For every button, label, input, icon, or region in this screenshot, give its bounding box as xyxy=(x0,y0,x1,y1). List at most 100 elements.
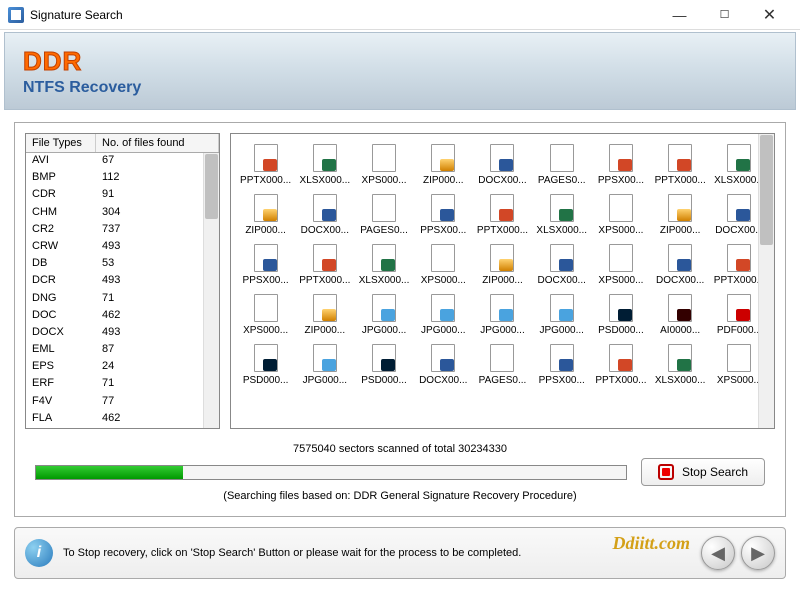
file-label: XPS000... xyxy=(594,225,648,236)
file-item[interactable]: PPSX00... xyxy=(415,194,472,236)
file-icon xyxy=(313,244,337,272)
minimize-button[interactable]: — xyxy=(657,1,702,29)
file-item[interactable]: PPTX000... xyxy=(296,244,353,286)
table-row[interactable]: FLA462 xyxy=(26,411,219,428)
file-item[interactable]: JPG000... xyxy=(415,294,472,336)
file-item[interactable]: XLSX000... xyxy=(652,344,709,386)
table-row[interactable]: DCR493 xyxy=(26,273,219,290)
file-item[interactable]: XPS000... xyxy=(415,244,472,286)
cell-count: 112 xyxy=(96,170,219,187)
info-icon: i xyxy=(25,539,53,567)
file-item[interactable]: XPS000... xyxy=(237,294,294,336)
file-item[interactable]: PPTX000... xyxy=(237,144,294,186)
cell-type: EPS xyxy=(26,359,96,376)
table-row[interactable]: CR2737 xyxy=(26,222,219,239)
table-row[interactable]: DOCX493 xyxy=(26,325,219,342)
table-scrollbar[interactable] xyxy=(203,153,219,428)
file-item[interactable]: DOCX00... xyxy=(474,144,531,186)
stop-search-button[interactable]: Stop Search xyxy=(641,458,765,486)
file-label: PAGES0... xyxy=(535,175,589,186)
file-icon xyxy=(313,144,337,172)
table-row[interactable]: EPS24 xyxy=(26,359,219,376)
file-label: XPS000... xyxy=(594,275,648,286)
table-row[interactable]: BMP112 xyxy=(26,170,219,187)
file-item[interactable]: PSD000... xyxy=(355,344,412,386)
file-item[interactable]: ZIP000... xyxy=(474,244,531,286)
file-item[interactable]: AI0000... xyxy=(652,294,709,336)
table-row[interactable]: CHM304 xyxy=(26,205,219,222)
cell-count: 493 xyxy=(96,239,219,256)
file-item[interactable]: PSD000... xyxy=(592,294,649,336)
cell-type: AVI xyxy=(26,153,96,170)
file-item[interactable]: PPSX00... xyxy=(533,344,590,386)
cell-count: 91 xyxy=(96,187,219,204)
file-item[interactable]: JPG000... xyxy=(296,344,353,386)
file-item[interactable]: PAGES0... xyxy=(474,344,531,386)
file-label: JPG000... xyxy=(298,375,352,386)
file-item[interactable]: PSD000... xyxy=(237,344,294,386)
file-item[interactable]: PAGES0... xyxy=(355,194,412,236)
file-item[interactable]: DOCX00... xyxy=(415,344,472,386)
progress-fill xyxy=(36,466,183,479)
file-item[interactable]: PPTX000... xyxy=(474,194,531,236)
file-icon xyxy=(550,194,574,222)
cell-type: DCR xyxy=(26,273,96,290)
file-item[interactable]: DOCX00... xyxy=(652,244,709,286)
table-row[interactable]: DB53 xyxy=(26,256,219,273)
cell-count: 71 xyxy=(96,291,219,308)
file-item[interactable]: PPSX00... xyxy=(237,244,294,286)
grid-scrollbar[interactable] xyxy=(758,134,774,428)
table-row[interactable]: DOC462 xyxy=(26,308,219,325)
file-label: JPG000... xyxy=(475,325,529,336)
file-label: PPTX000... xyxy=(239,175,293,186)
file-item[interactable]: DOCX00... xyxy=(296,194,353,236)
cell-type: CDR xyxy=(26,187,96,204)
back-button[interactable]: ◀ xyxy=(701,536,735,570)
col-file-types[interactable]: File Types xyxy=(26,134,96,152)
table-row[interactable]: CRW493 xyxy=(26,239,219,256)
grid-scroll-thumb[interactable] xyxy=(760,135,773,245)
maximize-button[interactable]: ☐ xyxy=(702,1,747,29)
file-item[interactable]: JPG000... xyxy=(533,294,590,336)
table-row[interactable]: EML87 xyxy=(26,342,219,359)
file-item[interactable]: ZIP000... xyxy=(237,194,294,236)
progress-label: 7575040 sectors scanned of total 3023433… xyxy=(35,443,765,455)
file-item[interactable]: XLSX000... xyxy=(533,194,590,236)
product-subtitle: NTFS Recovery xyxy=(23,79,795,97)
close-button[interactable]: ✕ xyxy=(747,1,792,29)
file-label: XPS000... xyxy=(239,325,293,336)
file-item[interactable]: XPS000... xyxy=(592,194,649,236)
cell-count: 77 xyxy=(96,394,219,411)
table-scroll-thumb[interactable] xyxy=(205,154,218,219)
file-item[interactable]: XLSX000... xyxy=(296,144,353,186)
cell-type: F4V xyxy=(26,394,96,411)
file-item[interactable]: ZIP000... xyxy=(415,144,472,186)
table-row[interactable]: AVI67 xyxy=(26,153,219,170)
file-item[interactable]: PPTX000... xyxy=(652,144,709,186)
col-files-found[interactable]: No. of files found xyxy=(96,134,219,152)
file-icon xyxy=(431,144,455,172)
file-item[interactable]: XPS000... xyxy=(592,244,649,286)
table-row[interactable]: F4V77 xyxy=(26,394,219,411)
table-row[interactable]: CDR91 xyxy=(26,187,219,204)
file-label: PSD000... xyxy=(594,325,648,336)
file-item[interactable]: ZIP000... xyxy=(296,294,353,336)
file-item[interactable]: JPG000... xyxy=(355,294,412,336)
cell-type: DOCX xyxy=(26,325,96,342)
file-item[interactable]: JPG000... xyxy=(474,294,531,336)
file-item[interactable]: XLSX000... xyxy=(355,244,412,286)
file-item[interactable]: PPTX000... xyxy=(592,344,649,386)
file-label: PAGES0... xyxy=(357,225,411,236)
file-icon xyxy=(372,294,396,322)
file-item[interactable]: XPS000... xyxy=(355,144,412,186)
titlebar: Signature Search — ☐ ✕ xyxy=(0,0,800,30)
table-row[interactable]: DNG71 xyxy=(26,291,219,308)
file-item[interactable]: PPSX00... xyxy=(592,144,649,186)
file-item[interactable]: ZIP000... xyxy=(652,194,709,236)
next-button[interactable]: ▶ xyxy=(741,536,775,570)
file-label: XPS000... xyxy=(357,175,411,186)
file-icon xyxy=(372,244,396,272)
file-item[interactable]: PAGES0... xyxy=(533,144,590,186)
file-item[interactable]: DOCX00... xyxy=(533,244,590,286)
table-row[interactable]: ERF71 xyxy=(26,376,219,393)
